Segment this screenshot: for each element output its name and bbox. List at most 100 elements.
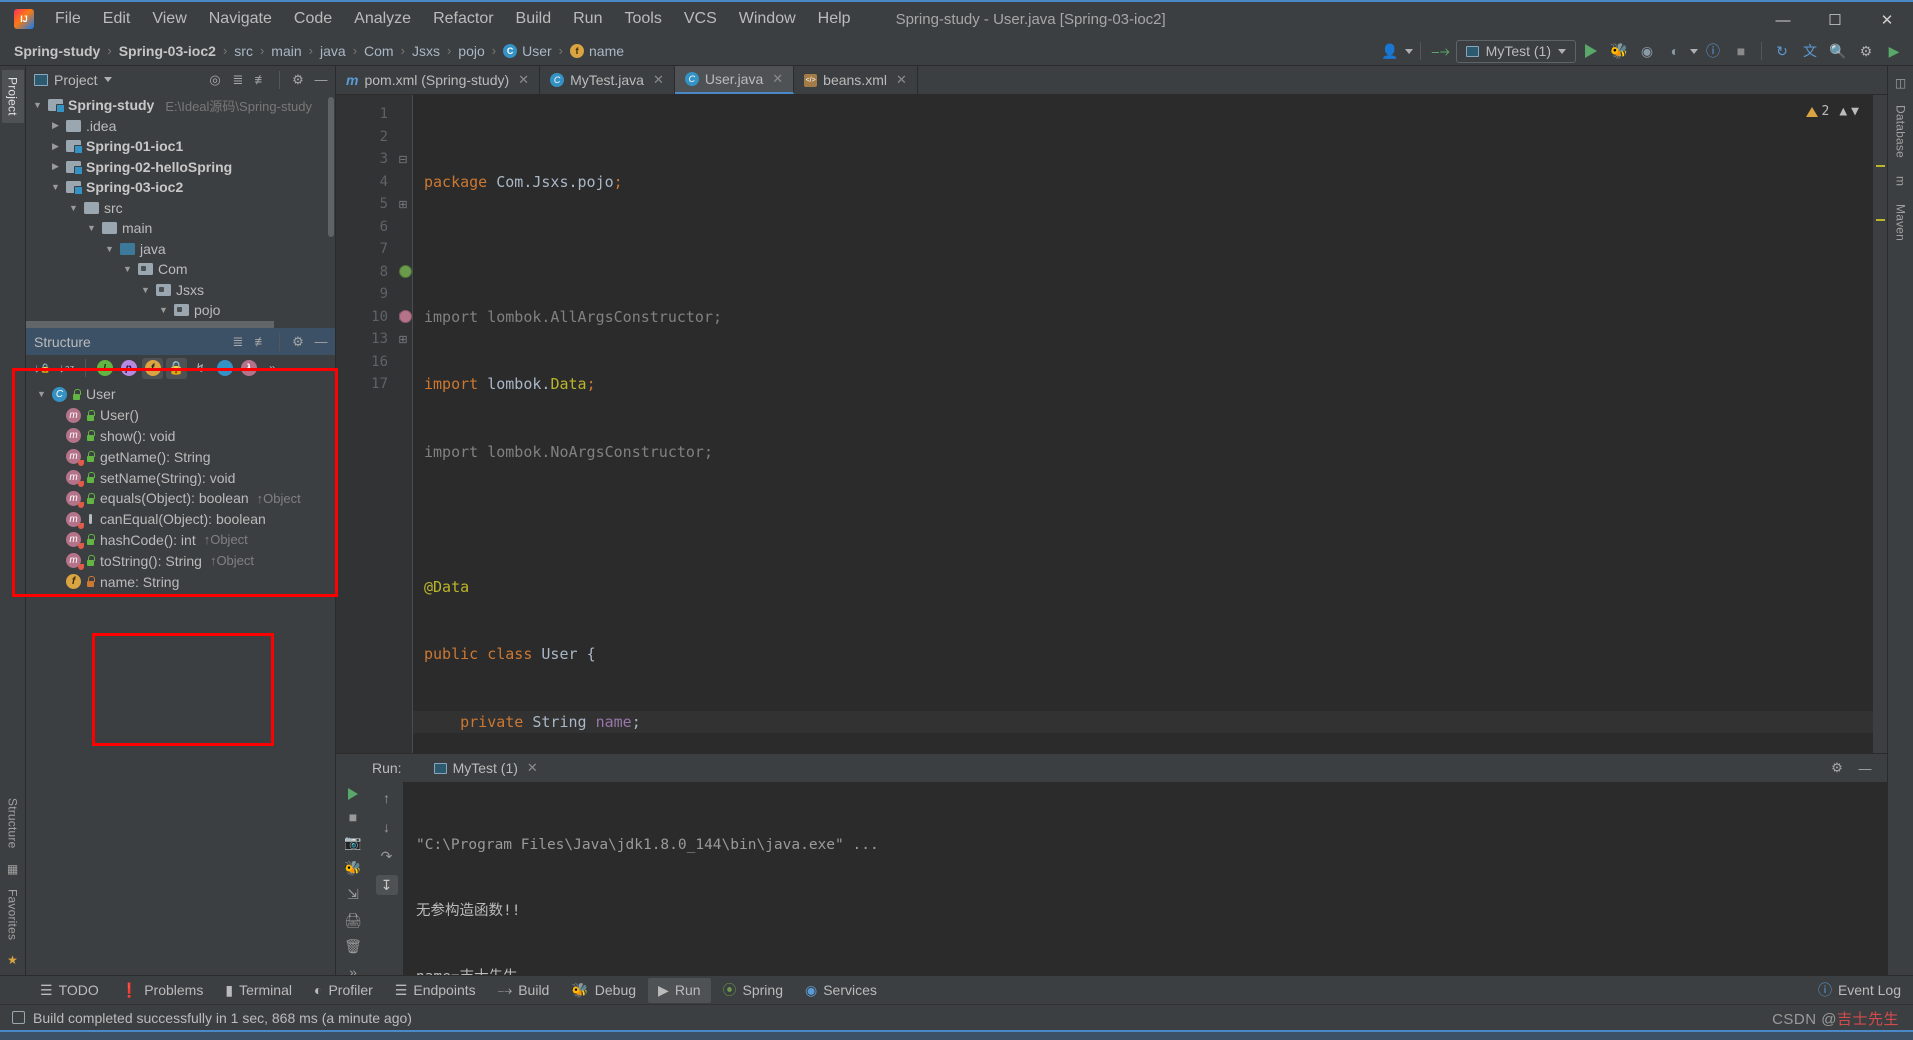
sidebar-item-database[interactable]: Database (1890, 98, 1912, 165)
hide-panel-icon[interactable]: — (1855, 758, 1875, 778)
project-tree[interactable]: ▼ Spring-study E:\Ideal源码\Spring-study ▶… (26, 93, 335, 328)
help-icon[interactable]: ⓘ (1700, 39, 1726, 63)
chevron-right-icon[interactable]: ▶ (50, 141, 61, 152)
menu-tools[interactable]: Tools (613, 6, 672, 32)
show-anonymous-icon[interactable]: ↯ (190, 358, 211, 379)
breadcrumb-item-3[interactable]: main (271, 43, 301, 59)
tree-row[interactable]: ▶ Spring-02-helloSpring (26, 157, 335, 178)
collapse-all-icon[interactable]: ≢ (251, 332, 271, 352)
breadcrumb-item-6[interactable]: Jsxs (412, 43, 440, 59)
breadcrumb-item-1[interactable]: Spring-03-ioc2 (119, 43, 216, 59)
grid-icon[interactable]: ▦ (7, 858, 18, 880)
structure-row-method[interactable]: m toString(): String ↑Object (26, 550, 335, 571)
chevron-down-icon[interactable]: ▼ (68, 202, 79, 213)
chevron-down-icon[interactable]: ▼ (50, 182, 61, 193)
bottom-tab-services[interactable]: ◉ Services (795, 978, 887, 1003)
more-options-icon[interactable]: » (262, 358, 283, 379)
event-log-label[interactable]: Event Log (1838, 982, 1901, 998)
database-panel-icon[interactable]: ◫ (1895, 72, 1906, 94)
show-fields-icon[interactable]: f (142, 357, 163, 379)
search-icon[interactable]: 🔍 (1825, 39, 1851, 63)
show-non-public-icon[interactable]: 🔒 (166, 357, 187, 379)
tree-row[interactable]: ▼ Jsxs (26, 280, 335, 301)
chevron-down-icon[interactable]: ▼ (104, 243, 115, 254)
menu-navigate[interactable]: Navigate (198, 6, 283, 32)
stop-button[interactable]: ■ (1728, 39, 1754, 63)
chevron-right-icon[interactable]: ▶ (50, 120, 61, 131)
structure-row-method[interactable]: m equals(Object): boolean ↑Object (26, 488, 335, 509)
collapse-all-icon[interactable]: ≢ (251, 70, 271, 90)
build-hammer-icon[interactable]: ⤍ (1428, 39, 1454, 63)
menu-view[interactable]: View (141, 6, 197, 32)
menu-build[interactable]: Build (505, 6, 563, 32)
gear-icon[interactable]: ⚙ (1827, 758, 1847, 778)
gear-icon[interactable]: ⚙ (1853, 39, 1879, 63)
sidebar-item-m[interactable]: m (1890, 169, 1912, 193)
close-icon[interactable]: ✕ (653, 72, 664, 88)
tree-row[interactable]: ▼ pojo (26, 300, 335, 321)
menu-vcs[interactable]: VCS (673, 6, 728, 32)
bottom-tab-build[interactable]: ⤍ Build (488, 978, 560, 1003)
up-arrow-icon[interactable]: ↑ (376, 788, 398, 808)
soft-wrap-icon[interactable]: ↷ (376, 846, 398, 866)
fold-method-icon-2[interactable]: ⊞ (394, 328, 412, 351)
tree-row[interactable]: ▼ Spring-study E:\Ideal源码\Spring-study (26, 95, 335, 116)
structure-row-method[interactable]: m getName(): String (26, 446, 335, 467)
tree-row[interactable]: ▶ Spring-01-ioc1 (26, 136, 335, 157)
breadcrumb-item-2[interactable]: src (234, 43, 253, 59)
breadcrumb-item-4[interactable]: java (320, 43, 346, 59)
gear-icon[interactable]: ⚙ (288, 332, 308, 352)
menu-refactor[interactable]: Refactor (422, 6, 504, 32)
stop-button[interactable]: ■ (342, 809, 364, 825)
bottom-tab-problems[interactable]: ❗ Problems (111, 978, 214, 1003)
run-button[interactable] (1578, 39, 1604, 63)
close-button[interactable]: ✕ (1861, 2, 1913, 38)
fold-imports-end-icon[interactable]: ⊞ (394, 193, 412, 216)
run-session-tab[interactable]: MyTest (1) ✕ (433, 760, 538, 776)
menu-code[interactable]: Code (283, 6, 343, 32)
structure-row-method[interactable]: m canEqual(Object): boolean (26, 509, 335, 530)
tree-row[interactable]: ▼ main (26, 218, 335, 239)
tab-mytest-java[interactable]: C MyTest.java ✕ (540, 66, 675, 94)
tab-beans-xml[interactable]: </> beans.xml ✕ (794, 66, 918, 94)
chevron-down-icon[interactable]: ▼ (32, 100, 43, 111)
tree-row[interactable]: ▼ Com (26, 259, 335, 280)
sidebar-item-structure[interactable]: Structure (2, 791, 24, 856)
tree-row[interactable]: ▼ java (26, 239, 335, 260)
locate-target-icon[interactable]: ◎ (205, 70, 225, 90)
chevron-down-icon[interactable] (103, 77, 112, 82)
chevron-down-icon[interactable]: ▼ (140, 284, 151, 295)
gear-icon[interactable]: ⚙ (288, 70, 308, 90)
close-icon[interactable]: ✕ (772, 71, 783, 87)
bottom-tab-todo[interactable]: ☰ TODO (30, 978, 109, 1003)
chevron-down-icon[interactable] (1404, 48, 1413, 54)
run-with-coverage-button[interactable]: ◉ (1634, 39, 1660, 63)
breadcrumb-item-9[interactable]: f name (570, 43, 624, 59)
menu-help[interactable]: Help (807, 6, 862, 32)
down-arrow-icon[interactable]: ↓ (376, 817, 398, 837)
sort-by-visibility-icon[interactable]: ↓ 🔒 (32, 358, 53, 379)
chevron-down-icon[interactable]: ▼ (122, 264, 133, 275)
menu-edit[interactable]: Edit (92, 6, 142, 32)
tab-pom-xml[interactable]: m pom.xml (Spring-study) ✕ (336, 66, 541, 94)
tree-row[interactable]: ▶ .idea (26, 116, 335, 137)
inspection-widget[interactable]: 2 ▲ ▼ (1805, 101, 1859, 124)
run-console-output[interactable]: "C:\Program Files\Java\jdk1.8.0_144\bin\… (404, 782, 1887, 975)
editor-gutter[interactable]: 1 2 3 4 5 6 7 8 9 10 13 16 17 (336, 95, 412, 753)
structure-row-method[interactable]: m User() (26, 405, 335, 426)
project-tree-scrollbar[interactable] (328, 97, 334, 237)
export-button[interactable]: ⇲ (342, 886, 364, 903)
show-interfaces-icon[interactable] (214, 358, 235, 379)
sidebar-item-project[interactable]: Project (1, 70, 24, 123)
chevron-down-icon[interactable]: ▼ (1851, 101, 1859, 124)
rerun-button[interactable] (342, 788, 364, 800)
sidebar-item-favorites[interactable]: Favorites (2, 882, 24, 947)
project-tree-hscrollbar[interactable] (26, 321, 274, 328)
run-configuration-selector[interactable]: MyTest (1) (1455, 39, 1576, 63)
menu-run[interactable]: Run (562, 6, 613, 32)
structure-row-class[interactable]: ▼ C User (26, 384, 335, 405)
bottom-tab-spring[interactable]: ⦿ Spring (713, 976, 793, 1004)
sort-alphabetically-icon[interactable]: ↓ az (56, 358, 77, 379)
tree-row[interactable]: ▼ src (26, 198, 335, 219)
bottom-tab-terminal[interactable]: ▮ Terminal (215, 978, 302, 1003)
